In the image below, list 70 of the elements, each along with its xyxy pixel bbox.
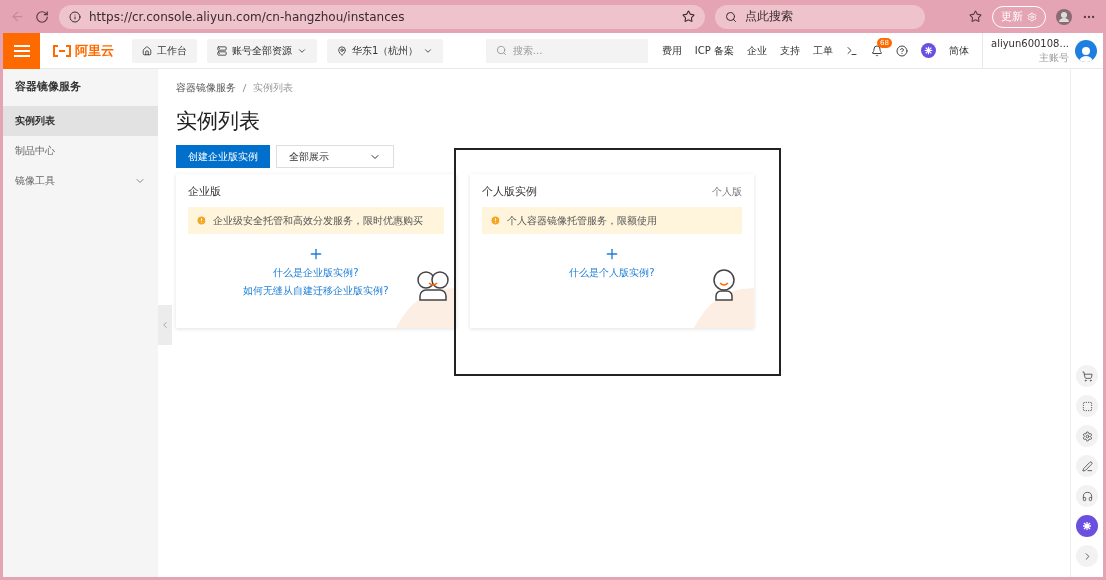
card-tag: 个人版 [712,184,742,199]
help-link[interactable]: 什么是个人版实例? [569,266,655,280]
headset-icon [1081,490,1093,502]
alert-icon [196,215,207,226]
support-button[interactable] [1076,485,1098,507]
rail-button[interactable] [1076,395,1098,417]
pen-icon [1081,460,1093,472]
assistant-button[interactable] [1076,515,1098,537]
language-link[interactable]: 简体 [949,43,969,58]
server-icon [217,45,227,56]
terminal-icon[interactable] [846,44,858,57]
logo-icon [52,44,72,57]
search-icon [495,45,507,56]
help-link[interactable]: 什么是企业版实例? [273,266,359,280]
header-link[interactable]: 工单 [813,43,833,58]
info-icon [69,10,81,23]
notice-text: 个人容器镜像托管服务，限额使用 [507,213,657,228]
sidebar-item[interactable]: 制品中心 [3,136,158,166]
corner-decoration [694,288,754,328]
header-link[interactable]: 企业 [747,43,767,58]
address-bar[interactable]: https://cr.console.aliyun.com/cn-hangzhou/instances [59,4,705,29]
add-icon[interactable] [308,246,324,262]
frame-icon [1081,400,1093,412]
collapse-handle[interactable] [158,305,172,345]
notice-text: 企业级安全托管和高效分发服务，限时优惠购买 [213,213,423,228]
sparkle-icon [1081,520,1093,532]
person-icon [710,268,738,302]
card-title: 个人版实例 [482,184,537,199]
filter-select[interactable]: 全部展示 [276,145,394,168]
account-role: 主账号 [1039,50,1069,65]
header-link[interactable]: ICP 备案 [694,43,734,58]
chevron-left-icon [160,320,170,330]
add-icon[interactable] [604,246,620,262]
create-button[interactable]: 创建企业版实例 [176,145,270,168]
bell-icon[interactable] [871,44,883,57]
help-link[interactable]: 如何无缝从自建迁移企业版实例? [243,284,389,298]
sidebar-item[interactable]: 实例列表 [3,106,158,136]
pin-icon [337,45,347,56]
header-link[interactable]: 费用 [661,43,682,58]
edit-button[interactable] [1076,455,1098,477]
card-title: 企业版 [188,184,221,199]
settings-button[interactable] [1076,425,1098,447]
help-icon[interactable] [896,44,908,57]
favorite-icon[interactable] [682,10,695,23]
alert-icon [490,215,501,226]
cart-icon [1081,370,1093,382]
breadcrumb-link[interactable]: 容器镜像服务 [176,81,236,95]
menu-button[interactable] [3,32,40,69]
sidebar-title: 容器镜像服务 [14,79,82,95]
sidebar-item[interactable]: 镜像工具 [3,166,158,196]
menu-icon [13,44,30,57]
browser-search-field[interactable]: 点此搜索 [715,4,925,29]
page-title: 实例列表 [176,108,261,135]
nav-dropdown[interactable]: 账号全部资源 [207,38,317,63]
gear-icon [1027,11,1037,22]
nav-dropdown[interactable]: 华东1（杭州） [327,38,444,63]
reload-icon[interactable] [35,9,49,24]
home-icon [142,45,152,56]
settings-icon [1081,430,1093,442]
favorites-icon[interactable] [969,10,982,23]
breadcrumb-separator [242,83,247,93]
avatar[interactable] [1075,39,1097,62]
assistant-icon[interactable] [921,43,936,58]
user-name[interactable]: aliyun600108... [991,36,1069,51]
header-link[interactable]: 支持 [780,43,800,58]
profile-icon[interactable] [1056,8,1072,25]
search-icon [725,10,737,23]
nav-button[interactable]: 工作台 [132,38,197,63]
people-icon [416,268,450,302]
cart-button[interactable] [1076,365,1098,387]
